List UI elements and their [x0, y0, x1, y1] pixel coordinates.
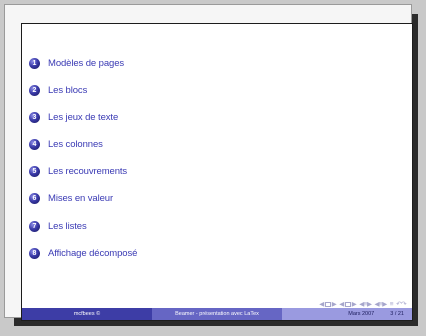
nav-right-arrow-icon: ▶ [382, 301, 387, 308]
page-frame: 1 Modèles de pages 2 Les blocs 3 Les jeu… [4, 4, 413, 321]
section-number-ball: 7 [29, 220, 40, 232]
toc-item-1[interactable]: 1 Modèles de pages [29, 56, 137, 70]
navigation-bar: ◀ ▶ ◀ ▶ ◀ ≡ ▶ ◀ ≡ ▶ ≡ ↶↷ [319, 300, 406, 309]
toc-item-label: Les blocs [48, 84, 88, 96]
table-of-contents: 1 Modèles de pages 2 Les blocs 3 Les jeu… [29, 56, 137, 274]
toc-item-7[interactable]: 7 Les listes [29, 219, 137, 233]
toc-item-label: Les jeux de texte [48, 111, 119, 123]
section-number-ball: 1 [29, 57, 40, 69]
nav-frame-group[interactable]: ◀ ▶ [339, 300, 356, 308]
toc-item-label: Les colonnes [48, 139, 103, 151]
toc-item-label: Les listes [48, 220, 87, 232]
nav-slide-group[interactable]: ◀ ▶ [319, 300, 336, 308]
nav-right-arrow-icon: ▶ [367, 301, 372, 308]
nav-section-group[interactable]: ◀ ≡ ▶ [375, 300, 388, 309]
toc-item-8[interactable]: 8 Affichage décomposé [29, 246, 137, 260]
frame-icon [344, 301, 351, 307]
nav-left-arrow-icon: ◀ [319, 301, 324, 308]
toc-item-3[interactable]: 3 Les jeux de texte [29, 110, 137, 124]
toc-item-label: Modèles de pages [48, 57, 125, 69]
toc-item-4[interactable]: 4 Les colonnes [29, 138, 137, 152]
section-number-ball: 5 [29, 166, 40, 178]
toc-item-5[interactable]: 5 Les recouvrements [29, 165, 137, 179]
footer-date: Mars 2007 [348, 311, 375, 317]
toc-item-label: Les recouvrements [48, 166, 128, 178]
footer-bar: mcfbees © Beamer - présentation avec LaT… [22, 308, 412, 320]
slide-icon [324, 301, 331, 307]
section-number-ball: 6 [29, 193, 40, 205]
toc-item-label: Mises en valeur [48, 193, 114, 205]
footer-author: mcfbees © [22, 308, 152, 320]
toc-item-2[interactable]: 2 Les blocs [29, 83, 137, 97]
search-back-forward-icon[interactable]: ↶↷ [396, 300, 406, 308]
section-number-ball: 4 [29, 139, 40, 151]
slide: 1 Modèles de pages 2 Les blocs 3 Les jeu… [21, 23, 413, 321]
footer-page-number: 3 / 21 [390, 311, 404, 317]
nav-right-arrow-icon: ▶ [351, 301, 357, 308]
nav-left-arrow-icon: ◀ [339, 301, 344, 308]
footer-info: Mars 2007 3 / 21 [282, 308, 412, 320]
section-number-ball: 2 [29, 84, 40, 96]
toc-item-6[interactable]: 6 Mises en valeur [29, 192, 137, 206]
nav-subsection-group[interactable]: ◀ ≡ ▶ [359, 300, 372, 309]
toc-navigation-icon[interactable]: ≡ [390, 301, 394, 308]
footer-title: Beamer - présentation avec LaTex [152, 308, 282, 320]
section-number-ball: 3 [29, 111, 40, 123]
toc-item-label: Affichage décomposé [48, 247, 138, 259]
section-number-ball: 8 [29, 247, 40, 259]
nav-right-arrow-icon: ▶ [331, 301, 337, 308]
